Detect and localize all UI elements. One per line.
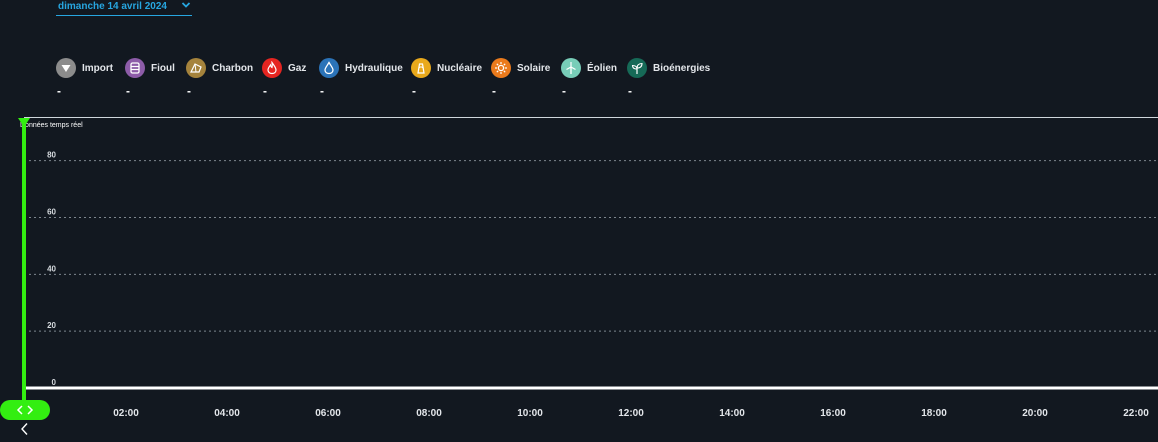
x-tick-label-0600: 06:00	[315, 408, 341, 419]
fioul-icon	[125, 58, 145, 78]
nucleaire-icon	[411, 58, 431, 78]
legend-label-fioul: Fioul	[151, 63, 175, 74]
drag-arrows-icon	[16, 405, 34, 415]
legend-label-solaire: Solaire	[517, 63, 551, 74]
legend-value-hydraulique: -	[320, 84, 324, 98]
legend-value-nucleaire: -	[412, 84, 416, 98]
x-tick-label-2000: 20:00	[1022, 408, 1048, 419]
legend-value-eolien: -	[562, 84, 566, 98]
x-tick-label-0800: 08:00	[416, 408, 442, 419]
x-tick-label-1200: 12:00	[618, 408, 644, 419]
bioenergies-icon	[627, 58, 647, 78]
legend-label-hydraulique: Hydraulique	[345, 63, 403, 74]
legend-label-import: Import	[82, 63, 114, 74]
import-icon	[56, 58, 76, 78]
x-tick-label-1800: 18:00	[921, 408, 947, 419]
x-tick-label-1600: 16:00	[820, 408, 846, 419]
solaire-icon	[491, 58, 511, 78]
x-tick-label-1400: 14:00	[719, 408, 745, 419]
date-selector[interactable]: dimanche 14 avril 2024	[56, 0, 192, 16]
x-tick-label-0400: 04:00	[214, 408, 240, 419]
legend-value-fioul: -	[126, 84, 130, 98]
chart-canvas: Données temps réel 0 20 40 60 80 02:00 04:00 06:…	[18, 117, 1158, 419]
legend-label-charbon: Charbon	[212, 63, 254, 74]
legend-value-import: -	[57, 84, 61, 98]
x-tick-label-2200: 22:00	[1123, 408, 1149, 419]
x-tick-label-0200: 02:00	[113, 408, 139, 419]
legend-value-solaire: -	[492, 84, 496, 98]
y-tick-label-20: 20	[47, 321, 56, 330]
legend-label-bioenergies: Bioénergies	[653, 63, 711, 74]
legend-label-gaz: Gaz	[288, 63, 307, 74]
realtime-annotation: Données temps réel	[20, 122, 83, 129]
y-tick-label-40: 40	[47, 264, 56, 273]
chevron-left-icon[interactable]	[18, 422, 32, 436]
time-slider-handle[interactable]	[0, 400, 50, 420]
legend-value-charbon: -	[187, 84, 191, 98]
y-tick-label-80: 80	[47, 151, 56, 160]
date-label: dimanche 14 avril 2024	[58, 1, 167, 12]
chevron-down-icon	[181, 2, 191, 8]
legend-label-eolien: Éolien	[587, 63, 618, 74]
hydraulique-icon	[319, 58, 339, 78]
production-chart: Données temps réel 0 20 40 60 80 02:00 04:00 06:…	[0, 110, 1158, 442]
charbon-icon	[186, 58, 206, 78]
legend-value-bioenergies: -	[628, 84, 632, 98]
legend-value-gaz: -	[263, 84, 267, 98]
y-tick-label-60: 60	[47, 207, 56, 216]
gaz-icon	[262, 58, 282, 78]
x-tick-label-1000: 10:00	[517, 408, 543, 419]
y-tick-label-0: 0	[52, 378, 57, 387]
legend-label-nucleaire: Nucléaire	[437, 63, 483, 74]
eolien-icon	[561, 58, 581, 78]
